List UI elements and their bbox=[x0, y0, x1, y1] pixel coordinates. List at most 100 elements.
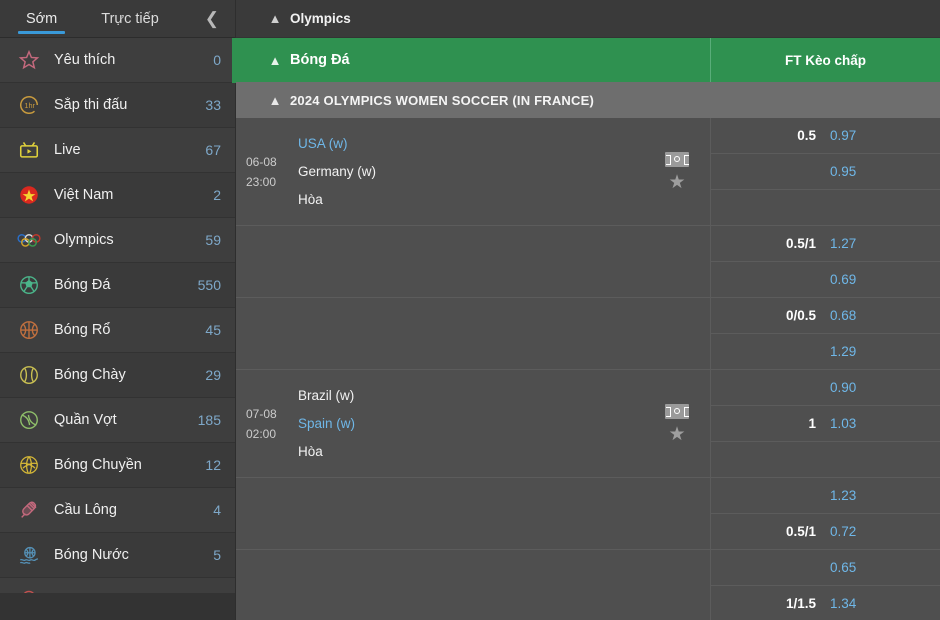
betting-app: Sớm Trực tiếp ❮ Yêu thích 0 1hr Sắp thi … bbox=[0, 0, 940, 620]
odds-value[interactable]: 0.65 bbox=[830, 560, 864, 575]
sidebar-item-label: Quần Vợt bbox=[54, 412, 117, 428]
odds-value[interactable]: 0.97 bbox=[830, 128, 864, 143]
sidebar-item-label: Olympics bbox=[54, 232, 114, 248]
tennis-ball-icon bbox=[16, 407, 42, 433]
sidebar-item-count: 33 bbox=[205, 97, 221, 113]
odds-row[interactable]: 0.5 0.97 bbox=[711, 118, 940, 154]
league-bar[interactable]: ▲ Bóng Đá FT Kèo chấp bbox=[236, 38, 940, 82]
odds-row[interactable]: 0.5/1 0.72 bbox=[711, 514, 940, 550]
odds-value[interactable]: 0.95 bbox=[830, 164, 864, 179]
sidebar-item-count: 2 bbox=[213, 187, 221, 203]
odds-value[interactable]: 0.69 bbox=[830, 272, 864, 287]
event-spacer bbox=[236, 298, 710, 370]
odds-value[interactable]: 0.68 bbox=[830, 308, 864, 323]
team-home[interactable]: USA (w) bbox=[298, 130, 650, 158]
tab-som[interactable]: Sớm bbox=[16, 0, 67, 38]
sidebar-item-label: Bóng Rổ bbox=[54, 322, 111, 338]
odds-row[interactable] bbox=[711, 442, 940, 478]
odds-value[interactable]: 1.03 bbox=[830, 416, 864, 431]
chevron-up-icon[interactable]: ▲ bbox=[260, 53, 290, 68]
sidebar-item-viet-nam[interactable]: Việt Nam 2 bbox=[0, 173, 235, 218]
odds-value[interactable]: 1.29 bbox=[830, 344, 864, 359]
odds-row[interactable]: 0.5/1 1.27 bbox=[711, 226, 940, 262]
odds-row[interactable]: 1 1.03 bbox=[711, 406, 940, 442]
odds-row[interactable] bbox=[711, 190, 940, 226]
league-bar-title: Bóng Đá bbox=[290, 52, 350, 68]
sidebar-item-label: Bóng Đá bbox=[54, 277, 111, 293]
tab-truc-tiep[interactable]: Trực tiếp bbox=[91, 0, 169, 38]
handicap-value: 1 bbox=[808, 416, 816, 431]
event-row[interactable]: 07-08 02:00 Brazil (w) Spain (w) Hòa ★ bbox=[236, 370, 710, 478]
sidebar-item-count: 550 bbox=[197, 277, 221, 293]
sidebar-item-olympics[interactable]: Olympics 59 bbox=[0, 218, 235, 263]
event-spacer bbox=[236, 226, 710, 298]
odds-value[interactable]: 0.72 bbox=[830, 524, 864, 539]
odds-value[interactable]: 1.27 bbox=[830, 236, 864, 251]
sidebar-item-bong-chay[interactable]: Bóng Chày 29 bbox=[0, 353, 235, 398]
team-home[interactable]: Brazil (w) bbox=[298, 382, 650, 410]
team-away[interactable]: Spain (w) bbox=[298, 410, 650, 438]
sidebar-item-count: 45 bbox=[205, 322, 221, 338]
team-away[interactable]: Germany (w) bbox=[298, 158, 650, 186]
sidebar-item-count: 67 bbox=[205, 142, 221, 158]
handicap-value: 0/0.5 bbox=[785, 308, 816, 323]
sidebar-item-bong-chuyen[interactable]: Bóng Chuyền 12 bbox=[0, 443, 235, 488]
odds-value[interactable]: 1.34 bbox=[830, 596, 864, 611]
odds-row[interactable]: 0.69 bbox=[711, 262, 940, 298]
star-filled-icon[interactable]: ★ bbox=[668, 425, 685, 444]
sport-bar-title: Olympics bbox=[290, 11, 351, 26]
event-spacer bbox=[236, 550, 710, 620]
odds-value[interactable]: 1.23 bbox=[830, 488, 864, 503]
sidebar-item-label: Bóng Chuyền bbox=[54, 457, 142, 473]
odds-row[interactable]: 1.23 bbox=[711, 478, 940, 514]
event-date: 07-08 bbox=[246, 406, 277, 421]
odds-row[interactable]: 1.29 bbox=[711, 334, 940, 370]
draw-label[interactable]: Hòa bbox=[298, 186, 650, 214]
event-teams: Brazil (w) Spain (w) Hòa bbox=[294, 382, 650, 466]
event-time: 06-08 23:00 bbox=[236, 152, 294, 192]
pitch-icon[interactable] bbox=[665, 151, 689, 167]
badminton-icon bbox=[16, 497, 42, 523]
sidebar-item-live[interactable]: Live 67 bbox=[0, 128, 235, 173]
sidebar-item-sap-thi-dau[interactable]: 1hr Sắp thi đấu 33 bbox=[0, 83, 235, 128]
svg-text:1hr: 1hr bbox=[24, 101, 35, 110]
odds-row[interactable]: 0/0.5 0.68 bbox=[711, 298, 940, 334]
one-hour-clock-icon: 1hr bbox=[16, 92, 42, 118]
sidebar-item-quan-vot[interactable]: Quần Vợt 185 bbox=[0, 398, 235, 443]
sidebar-item-fights-muay-thai[interactable]: Fights / Muay Thai 8 bbox=[0, 578, 235, 594]
volleyball-icon bbox=[16, 452, 42, 478]
odds-row[interactable]: 0.90 bbox=[711, 370, 940, 406]
pitch-icon[interactable] bbox=[665, 403, 689, 419]
event-row[interactable]: 06-08 23:00 USA (w) Germany (w) Hòa ★ bbox=[236, 118, 710, 226]
sidebar-item-cau-long[interactable]: Cầu Lông 4 bbox=[0, 488, 235, 533]
sidebar-item-bong-ro[interactable]: Bóng Rổ 45 bbox=[0, 308, 235, 353]
sidebar-item-bong-nuoc[interactable]: Bóng Nước 5 bbox=[0, 533, 235, 578]
chevron-up-icon[interactable]: ▲ bbox=[260, 93, 290, 108]
sidebar: Sớm Trực tiếp ❮ Yêu thích 0 1hr Sắp thi … bbox=[0, 0, 236, 620]
sidebar-item-bong-da[interactable]: Bóng Đá 550 bbox=[0, 263, 235, 308]
sidebar-item-yeu-thich[interactable]: Yêu thích 0 bbox=[0, 38, 235, 83]
odds-column-header: FT Kèo chấp bbox=[710, 38, 940, 82]
handicap-value: 0.5/1 bbox=[785, 236, 816, 251]
odds-row[interactable]: 0.95 bbox=[711, 154, 940, 190]
event-icons: ★ bbox=[650, 151, 710, 192]
star-filled-icon[interactable]: ★ bbox=[668, 173, 685, 192]
draw-label[interactable]: Hòa bbox=[298, 438, 650, 466]
sport-bar[interactable]: ▲ Olympics bbox=[236, 0, 940, 38]
chevron-left-icon[interactable]: ❮ bbox=[205, 0, 219, 38]
sidebar-item-count: 4 bbox=[213, 502, 221, 518]
event-kickoff: 23:00 bbox=[246, 174, 277, 189]
odds-row[interactable]: 1/1.5 1.34 bbox=[711, 586, 940, 620]
tournament-bar[interactable]: ▲ 2024 OLYMPICS WOMEN SOCCER (IN FRANCE) bbox=[236, 82, 940, 118]
odds-row[interactable]: 0.65 bbox=[711, 550, 940, 586]
sidebar-list: Yêu thích 0 1hr Sắp thi đấu 33 Live 67 V… bbox=[0, 38, 235, 594]
events-column: 06-08 23:00 USA (w) Germany (w) Hòa ★ 07… bbox=[236, 118, 710, 620]
event-teams: USA (w) Germany (w) Hòa bbox=[294, 130, 650, 214]
chevron-up-icon[interactable]: ▲ bbox=[260, 11, 290, 26]
sidebar-item-count: 12 bbox=[205, 457, 221, 473]
olympic-rings-icon bbox=[16, 227, 42, 253]
tournament-bar-title: 2024 OLYMPICS WOMEN SOCCER (IN FRANCE) bbox=[290, 92, 594, 108]
event-time: 07-08 02:00 bbox=[236, 404, 294, 444]
basketball-icon bbox=[16, 317, 42, 343]
odds-value[interactable]: 0.90 bbox=[830, 380, 864, 395]
